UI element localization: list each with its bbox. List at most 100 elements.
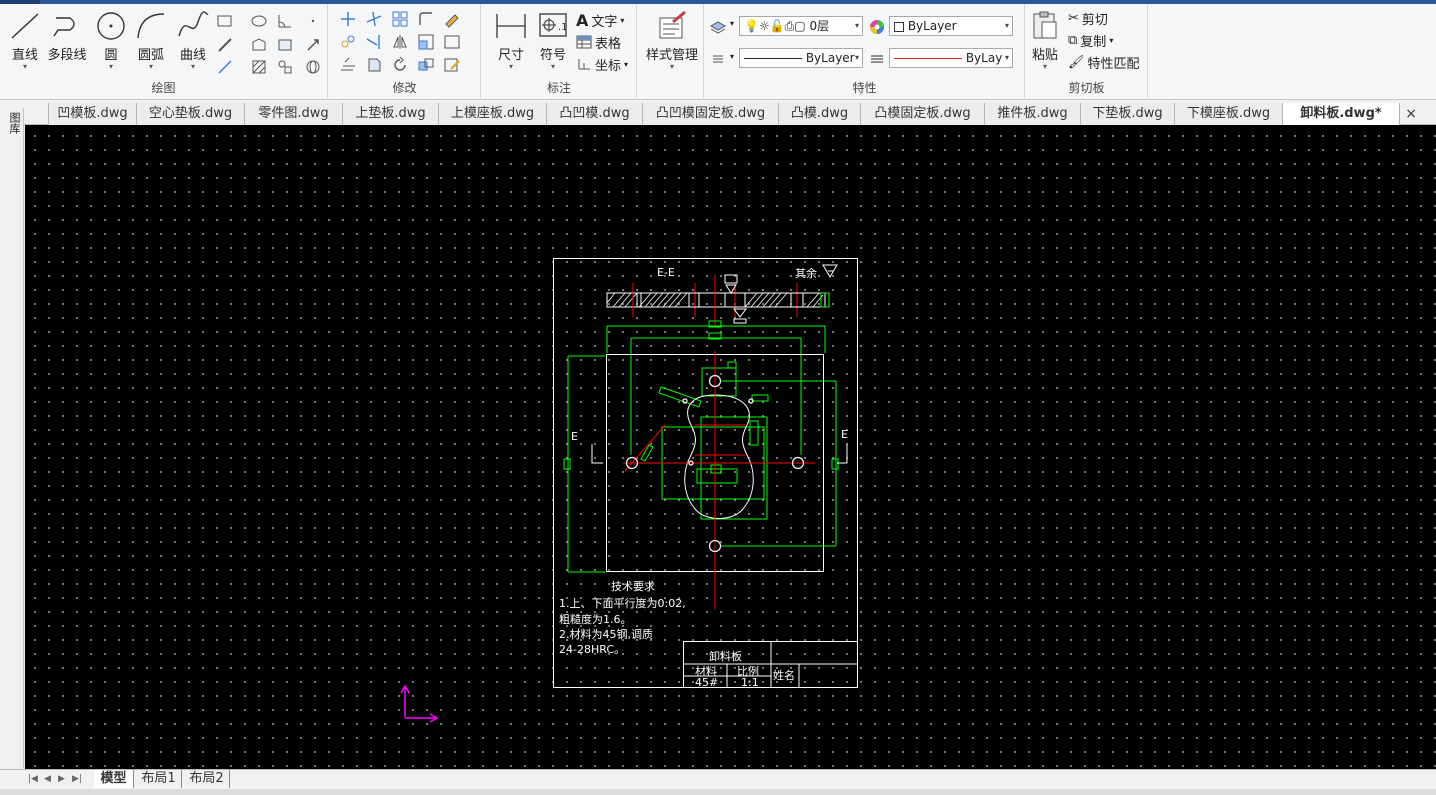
explode-icon[interactable] [365,56,383,74]
doc-tab[interactable]: 凸模固定板.dwg [860,103,984,125]
angle-icon[interactable] [276,12,294,30]
brush-icon: 🖌 [1068,54,1085,70]
doc-tab[interactable]: 凹模板.dwg [48,103,136,125]
doc-tab[interactable]: 上垫板.dwg [342,103,438,125]
cut-button[interactable]: ✂ 剪切 [1068,8,1108,28]
tech-requirement-line: 1.上、下面平行度为0:02, [559,596,686,610]
first-tab-icon[interactable]: |◀ [28,774,38,784]
line-button[interactable]: 直线 ▾ [2,8,48,74]
horizontal-scrollbar[interactable] [0,789,1436,795]
doc-tab[interactable]: 下模座板.dwg [1174,103,1282,125]
text-button[interactable]: A 文字 ▾ [576,10,624,30]
doc-tab[interactable]: 下垫板.dwg [1080,103,1174,125]
style-manager-button[interactable]: 样式管理 ▾ [644,8,700,74]
doc-tab-label: 下垫板.dwg [1092,106,1163,121]
layout-tab[interactable]: 布局2 [184,770,230,788]
color-wheel-icon[interactable] [868,18,886,36]
library-side-panel[interactable]: 图库 [0,108,24,768]
layer-color-swatch: ▢ [794,19,806,33]
color-value: ByLayer [907,19,957,33]
doc-tab[interactable]: 上模座板.dwg [438,103,546,125]
doc-tab-label: 推件板.dwg [997,106,1068,121]
lineweight-value: ByLay­ [965,51,1003,65]
datum-marker-bottom [733,308,747,324]
pen-icon[interactable] [216,36,234,54]
rectangle-icon[interactable] [216,12,234,30]
polyline-button[interactable]: 多段线 [44,8,90,74]
close-icon[interactable]: × [1405,103,1417,125]
doc-tab[interactable]: 凸凹模固定板.dwg [642,103,778,125]
erase-icon[interactable] [443,10,461,28]
scale-icon[interactable] [417,33,435,51]
copy-button[interactable]: ⧉ 复制 ▾ [1068,30,1113,50]
color-dropdown[interactable]: ByLayer ▾ [889,16,1013,36]
next-tab-icon[interactable]: ▶ [58,774,65,784]
table-button[interactable]: 表格 [576,32,621,52]
section-holes [636,292,804,308]
fillet-icon[interactable] [417,10,435,28]
sun-icon: ☼ [758,19,770,33]
move-icon[interactable] [339,10,357,28]
lineweight-icon[interactable] [868,50,886,68]
region-icon[interactable] [250,36,268,54]
match-properties-label: 特性匹配 [1087,56,1140,72]
properties-edit-icon[interactable] [443,56,461,74]
coordinate-button[interactable]: 坐标 ▾ [576,54,628,74]
layer-dropdown[interactable]: 💡☼🔓⎙▢ 0层 ▾ [739,16,863,36]
cut-marker-left [591,444,603,464]
library-label: 图库 [8,112,21,134]
hatch-icon[interactable] [250,58,268,76]
block-icon[interactable] [276,58,294,76]
lineweight-dropdown[interactable]: ByLay­ ▾ [889,48,1013,68]
rotate-icon[interactable] [391,56,409,74]
symbol-button[interactable]: .1 符号 ▾ [530,8,576,74]
offset-icon[interactable] [339,56,357,74]
doc-tab[interactable]: 凸凹模.dwg [546,103,642,125]
prev-tab-icon[interactable]: ◀ [44,774,51,784]
chevron-down-icon[interactable]: ▾ [730,52,734,61]
wipeout-icon[interactable] [276,36,294,54]
cut-label: 剪切 [1081,12,1108,28]
layout-tab-model[interactable]: 模型 [94,770,134,788]
annotate-group: 尺寸 ▾ .1 符号 ▾ A 文字 ▾ 表格 坐标 ▾ 标注 [482,4,637,100]
mirror-icon[interactable] [391,33,409,51]
copy-object-icon[interactable] [339,33,357,51]
doc-tab[interactable]: 推件板.dwg [984,103,1080,125]
modify-group: 修改 [329,4,481,100]
dimension-button[interactable]: 尺寸 ▾ [488,8,534,74]
doc-tab-active[interactable]: 卸料板.dwg* × [1282,103,1417,125]
doc-tab[interactable]: 凸模.dwg [778,103,860,125]
paste-button[interactable]: 粘贴 ▾ [1026,8,1064,74]
document-tab-bar: 凹模板.dwg 空心垫板.dwg 零件图.dwg 上垫板.dwg 上模座板.dw… [0,101,1436,125]
doc-tab-label: 空心垫板.dwg [148,106,233,121]
linetype-dropdown[interactable]: ByLayer ▾ [739,48,863,68]
doc-tab[interactable]: 空心垫板.dwg [136,103,244,125]
list-icon[interactable] [709,50,727,68]
ellipse-icon[interactable] [250,12,268,30]
curve-button[interactable]: 曲线 ▾ [170,8,216,74]
layout-tab[interactable]: 布局1 [136,770,182,788]
chevron-down-icon: ▾ [624,59,629,69]
stretch-icon[interactable] [443,33,461,51]
drawing-canvas[interactable]: E-E 其余 E E 技术要求 1.上、下面平行度为0:02, 粗糙度为1.6。… [25,125,1436,769]
doc-tab[interactable]: 零件图.dwg [244,103,342,125]
arrow-icon[interactable] [304,36,322,54]
array-icon[interactable] [391,10,409,28]
chevron-down-icon[interactable]: ▾ [730,19,734,28]
coordinate-label: 坐标 [595,58,622,74]
chevron-down-icon: ▾ [190,62,195,71]
arc-button[interactable]: 圆弧 ▾ [128,8,174,74]
point-icon[interactable] [304,12,322,30]
extend-icon[interactable] [365,33,383,51]
last-tab-icon[interactable]: ▶| [72,774,82,784]
join-icon[interactable] [417,56,435,74]
layer-manager-icon[interactable] [709,18,727,36]
match-properties-button[interactable]: 🖌 特性匹配 [1068,52,1140,72]
section-label: E-E [657,266,675,279]
trim-icon[interactable] [365,10,383,28]
ray-icon[interactable] [216,58,234,76]
properties-group: ▾ 💡☼🔓⎙▢ 0层 ▾ ByLayer ▾ ▾ ByLayer ▾ ByLay… [705,4,1025,100]
side-label-right: E [841,428,848,441]
tech-requirement-line: 24-28HRC。 [559,643,625,656]
globe-icon[interactable] [304,58,322,76]
